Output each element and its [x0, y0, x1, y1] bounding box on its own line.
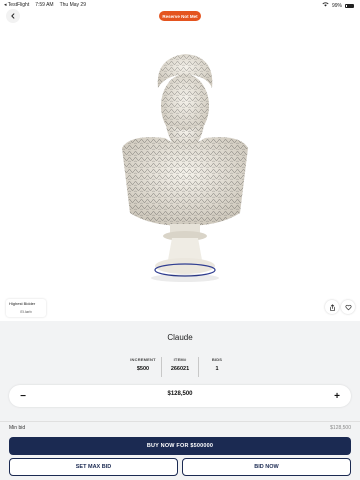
stat-value: 1 — [215, 366, 219, 372]
stat-label: INCREMENT — [130, 357, 156, 362]
battery-percent: 99% — [331, 2, 342, 9]
stat-bids: BIDS 1 — [198, 357, 235, 377]
heart-icon — [344, 298, 352, 316]
carrier-label: ◂ TestFlight — [4, 2, 30, 8]
bid-amount-stepper: − $128,500 + — [9, 385, 351, 407]
min-bid-row: Min bid $128,500 — [0, 421, 360, 431]
bid-now-button[interactable]: BID NOW — [182, 458, 351, 476]
set-max-bid-button[interactable]: SET MAX BID — [9, 458, 178, 476]
auction-info-panel: Claude INCREMENT $500 ITEM# 266021 BIDS … — [0, 321, 360, 480]
back-button[interactable] — [6, 9, 20, 23]
status-date: Thu May 29 — [59, 2, 86, 8]
stat-value: 266021 — [170, 366, 190, 372]
highest-bidder-title: Highest Bidder — [9, 301, 36, 306]
item-title: Claude — [167, 333, 193, 342]
share-button[interactable] — [325, 300, 339, 314]
min-bid-label: Min bid — [9, 425, 26, 431]
buy-now-button[interactable]: BUY NOW FOR $500000 — [9, 437, 351, 455]
highest-bidder-card: Highest Bidder El.larb — [6, 299, 46, 317]
item-stats: INCREMENT $500 ITEM# 266021 BIDS 1 — [125, 357, 235, 377]
chevron-left-icon — [10, 11, 16, 21]
highest-bidder-name: El.larb — [20, 309, 32, 314]
stat-label: ITEM# — [173, 357, 187, 362]
reserve-status-badge: Reserve Not Met — [159, 11, 201, 21]
stat-value: $500 — [136, 366, 150, 372]
status-bar: ◂ TestFlight 7:59 AM Thu May 29 99% — [0, 0, 360, 10]
product-image — [110, 48, 260, 298]
stat-label: BIDS — [211, 357, 223, 362]
stat-increment: INCREMENT $500 — [125, 357, 161, 377]
stat-item-number: ITEM# 266021 — [161, 357, 198, 377]
increase-bid-button[interactable]: + — [329, 388, 345, 404]
share-icon — [329, 298, 336, 316]
wifi-icon — [322, 2, 329, 9]
status-time: 7:59 AM — [35, 2, 54, 8]
favorite-button[interactable] — [341, 300, 355, 314]
battery-icon — [345, 3, 354, 8]
bid-amount-value: $128,500 — [167, 391, 193, 397]
min-bid-value: $128,500 — [330, 425, 351, 431]
